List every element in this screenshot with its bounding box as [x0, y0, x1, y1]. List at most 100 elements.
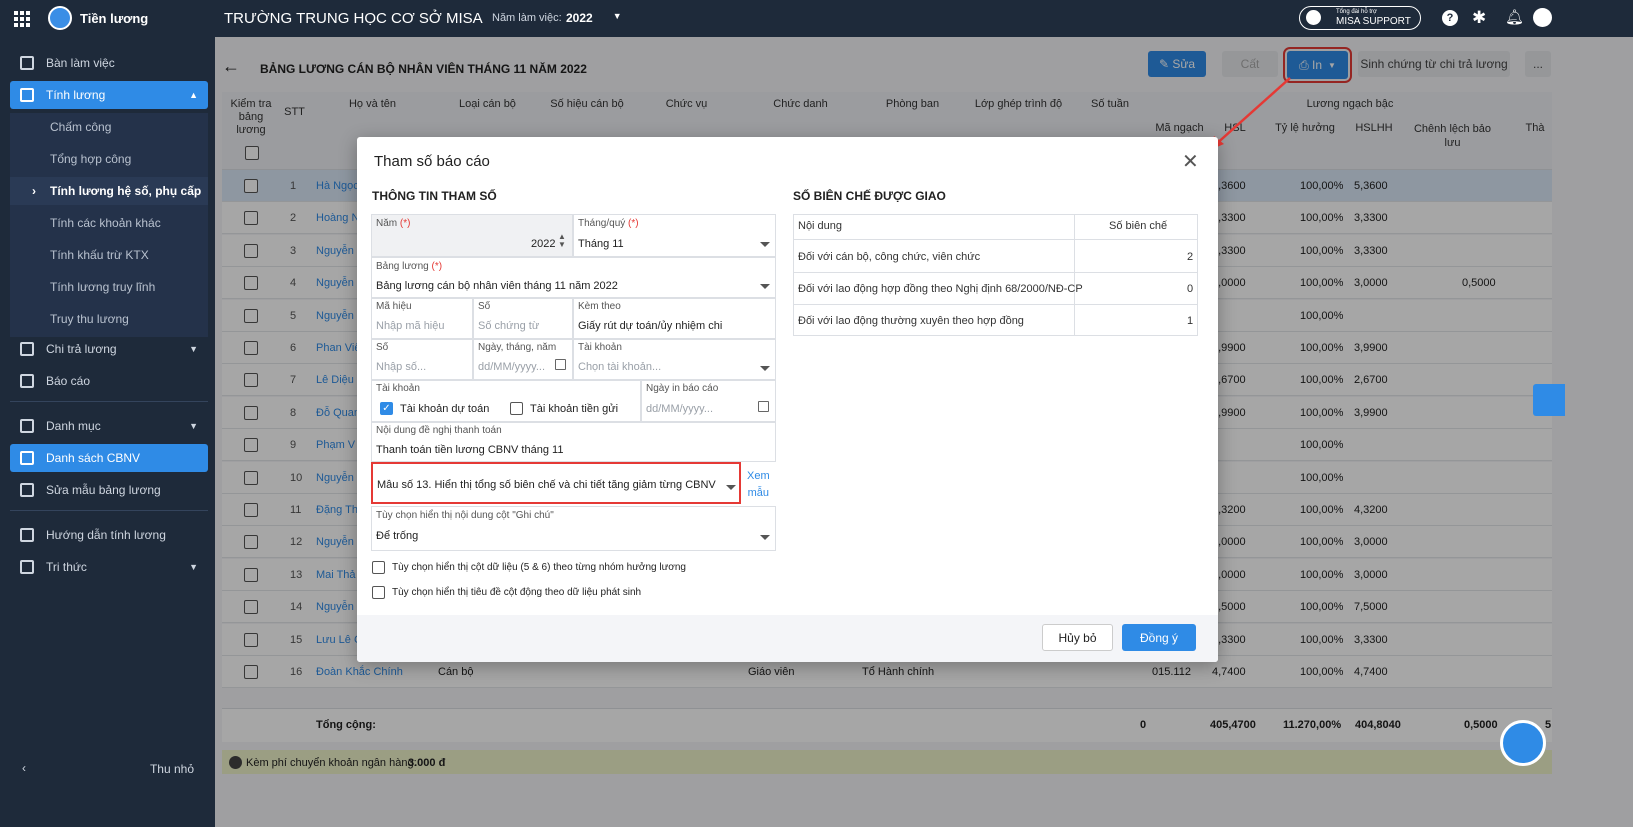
sheet-value: Bảng lương cán bộ nhân viên tháng 11 năm…: [376, 280, 618, 292]
sidebar-item-report[interactable]: Báo cáo: [10, 367, 208, 395]
bell-icon[interactable]: 🔔︎: [1505, 8, 1524, 26]
sidebar-item-payout[interactable]: Chi trả lương ▼: [10, 335, 208, 363]
list-icon: [20, 419, 34, 433]
chevron-down-icon: [760, 366, 770, 371]
dialog-title: Tham số báo cáo: [374, 153, 490, 170]
ok-button[interactable]: Đồng ý: [1122, 624, 1196, 651]
print-date-placeholder: dd/MM/yyyy...: [646, 403, 714, 415]
left-section-title: THÔNG TIN THAM SỐ: [372, 189, 497, 203]
sidebar-divider: [10, 401, 208, 402]
support-small-text: Tổng đài hỗ trợ: [1336, 9, 1377, 15]
deposit-account-label: Tài khoản tiền gửi: [530, 403, 619, 415]
template-icon: [20, 483, 34, 497]
attach-value: Giấy rút dự toán/ủy nhiệm chi: [578, 320, 723, 332]
sidebar-item-label: Báo cáo: [46, 374, 91, 388]
content-value: Thanh toán tiền lương CBNV tháng 11: [376, 444, 564, 456]
option-header-checkbox[interactable]: [372, 586, 385, 599]
chat-bubble-icon[interactable]: [1500, 720, 1546, 766]
month-label-text: Tháng/quý: [578, 218, 626, 229]
sidebar-sub-coefficient[interactable]: › Tính lương hệ số, phụ cấp: [10, 177, 208, 205]
deposit-account-checkbox[interactable]: [510, 402, 523, 415]
sidebar-sub-other[interactable]: Tính các khoản khác: [10, 209, 208, 237]
sidebar-item-label: Danh sách CBNV: [46, 451, 141, 465]
note-value: Để trống: [376, 530, 419, 542]
app-logo-icon: [48, 6, 72, 30]
support-text: MISA SUPPORT: [1336, 16, 1411, 27]
app-grid-icon[interactable]: [14, 11, 30, 27]
report-params-dialog: Tham số báo cáo ✕ THÔNG TIN THAM SỐ SỐ B…: [357, 137, 1218, 662]
staff-table-divider: [1074, 214, 1075, 336]
salary-icon: [20, 88, 34, 102]
staff-row-value: 1: [1187, 315, 1194, 327]
avatar-icon[interactable]: [1533, 8, 1552, 27]
view-template-line1: Xem: [747, 470, 770, 482]
year-label: Năm (*): [376, 218, 411, 229]
staff-row-value: 0: [1187, 283, 1194, 295]
staff-icon: [20, 451, 34, 465]
chevron-down-icon: ▼: [189, 344, 198, 354]
view-template-link[interactable]: Xem mẫu: [747, 468, 770, 502]
sidebar-item-salary[interactable]: Tính lương ▲: [10, 81, 208, 109]
sidebar-item-dashboard[interactable]: Bàn làm việc: [10, 49, 208, 77]
support-button[interactable]: Tổng đài hỗ trợ MISA SUPPORT: [1299, 6, 1421, 30]
chevron-down-icon: [760, 242, 770, 247]
number-placeholder: Nhập số...: [376, 361, 427, 373]
year-value: 2022: [566, 11, 593, 25]
sidebar-sub-arrears[interactable]: Tính lương truy lĩnh: [10, 273, 208, 301]
code-placeholder: Nhập mã hiệu: [376, 320, 445, 332]
calendar-icon[interactable]: [555, 359, 566, 370]
sidebar-item-knowledge[interactable]: Tri thức ▼: [10, 553, 208, 581]
sidebar-sub-summary[interactable]: Tổng hợp công: [10, 145, 208, 173]
sidebar-sub-timekeeping[interactable]: Chấm công: [10, 113, 208, 141]
sidebar-item-guide[interactable]: Hướng dẫn tính lương: [10, 521, 208, 549]
staff-row-value: 2: [1187, 251, 1194, 263]
doc-placeholder: Số chứng từ: [478, 320, 540, 332]
account-placeholder: Chọn tài khoản...: [578, 361, 662, 373]
sidebar-item-edit-template[interactable]: Sửa mẫu bảng lương: [10, 476, 208, 504]
top-bar: Tiền lương TRƯỜNG TRUNG HỌC CƠ SỞ MISA N…: [0, 0, 1633, 37]
sidebar-item-staff-list[interactable]: Danh sách CBNV: [10, 444, 208, 472]
sidebar-item-label: Hướng dẫn tính lương: [46, 528, 166, 542]
doc-label: Số: [478, 301, 491, 312]
help-icon[interactable]: ?: [1442, 10, 1458, 26]
date-placeholder: dd/MM/yyyy...: [478, 361, 546, 373]
report-icon: [20, 374, 34, 388]
sidebar-item-catalog[interactable]: Danh mục ▼: [10, 412, 208, 440]
gear-icon[interactable]: ✱: [1472, 8, 1486, 28]
close-icon[interactable]: ✕: [1182, 149, 1199, 174]
sidebar-item-label: Tri thức: [46, 560, 87, 574]
option-column-checkbox[interactable]: [372, 561, 385, 574]
chevron-down-icon: [726, 485, 736, 490]
chevron-down-icon: [760, 284, 770, 289]
year-select[interactable]: 2022 ▼: [566, 11, 622, 25]
budget-account-checkbox[interactable]: ✓: [380, 402, 393, 415]
sidebar: Bàn làm việc Tính lương ▲ Chấm công Tổng …: [0, 37, 215, 827]
row-divider: [793, 239, 1198, 240]
sidebar-sub-recover[interactable]: Truy thu lương: [10, 305, 208, 333]
sidebar-item-label: Sửa mẫu bảng lương: [46, 483, 161, 497]
stepper-icon[interactable]: ▲ ▼: [558, 233, 566, 249]
sidebar-divider: [10, 510, 208, 511]
note-label: Tùy chọn hiển thị nội dung cột "Ghi chú": [376, 510, 554, 521]
chevron-down-icon: ▼: [612, 11, 622, 21]
option-column-label: Tùy chọn hiển thị cột dữ liệu (5 & 6) th…: [392, 562, 686, 573]
date-label: Ngày, tháng, năm: [478, 342, 557, 353]
chevron-right-icon: ›: [32, 184, 36, 198]
sidebar-collapse[interactable]: ‹ Thu nhỏ: [10, 755, 208, 783]
calendar-icon[interactable]: [758, 401, 769, 412]
year-label-text: Năm: [376, 218, 398, 229]
sidebar-sub-dorm[interactable]: Tính khấu trừ KTX: [10, 241, 208, 269]
chevron-down-icon: ▼: [189, 421, 198, 431]
cancel-button[interactable]: Hủy bỏ: [1042, 624, 1113, 651]
school-name: TRƯỜNG TRUNG HỌC CƠ SỞ MISA: [224, 10, 483, 27]
collapse-label: Thu nhỏ: [149, 762, 194, 776]
view-template-line2: mẫu: [747, 487, 770, 499]
chevron-down-icon: ▼: [189, 562, 198, 572]
chevron-left-icon: ‹: [22, 761, 26, 775]
side-feedback-icon[interactable]: [1533, 384, 1565, 416]
print-date-label: Ngày in báo cáo: [646, 383, 719, 394]
sidebar-item-label: Chi trả lương: [46, 342, 117, 356]
sidebar-item-label: Bàn làm việc: [46, 56, 115, 70]
row-divider: [793, 272, 1198, 273]
template-value: Mẫu số 13. Hiển thị tổng số biên chế và …: [377, 479, 717, 491]
